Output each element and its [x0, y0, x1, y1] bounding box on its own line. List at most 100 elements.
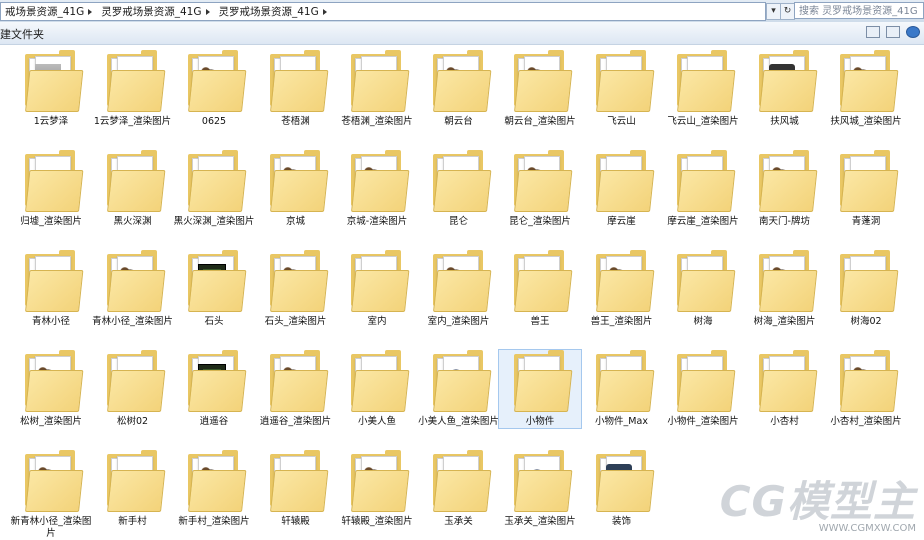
chevron-right-icon[interactable]	[205, 8, 210, 15]
folder-item[interactable]: 小美人鱼	[336, 350, 418, 428]
folder-icon	[673, 50, 736, 114]
folder-item[interactable]: 飞云山	[581, 50, 663, 128]
folder-item[interactable]: 昆仑_渲染图片	[499, 150, 581, 228]
folder-item[interactable]: 松树02	[92, 350, 174, 428]
folder-item[interactable]: 苍梧渊	[255, 50, 337, 128]
folder-item[interactable]: 室内_渲染图片	[418, 250, 500, 328]
new-folder-button[interactable]: 建文件夹	[0, 26, 44, 42]
folder-item[interactable]: 逍遥谷	[173, 350, 255, 428]
folder-item[interactable]: 兽王_渲染图片	[581, 250, 663, 328]
folder-icon	[429, 250, 491, 314]
folder-icon	[184, 50, 247, 114]
folder-icon	[510, 350, 573, 414]
folder-item[interactable]: 小物件_渲染图片	[662, 350, 744, 428]
folder-icon	[429, 450, 491, 514]
folder-item[interactable]: 新青林小径_渲染图片	[10, 450, 92, 540]
folder-name: 室内	[367, 316, 387, 327]
folder-item[interactable]: 树海	[662, 250, 744, 328]
folder-item[interactable]: 京城-渲染图片	[336, 150, 418, 228]
folder-name: 轩辕殿_渲染图片	[341, 516, 413, 527]
file-grid: 1云梦泽 1云梦泽_渲染图片 0625 苍梧渊 苍梧渊_渲染图片 朝云台 朝云台_渲染图片 飞…	[0, 44, 924, 540]
folder-item[interactable]: 青林小径_渲染图片	[92, 250, 174, 328]
folder-name: 飞云山_渲染图片	[667, 116, 739, 127]
folder-item[interactable]: 室内	[336, 250, 418, 328]
folder-name: 1云梦泽_渲染图片	[93, 116, 172, 127]
folder-item[interactable]: 南天门-牌坊	[744, 150, 826, 228]
folder-name: 玉承关	[444, 516, 473, 527]
folder-name: 苍梧渊_渲染图片	[341, 116, 413, 127]
folder-item[interactable]: 摩云崖	[581, 150, 663, 228]
folder-item[interactable]: 苍梧渊_渲染图片	[336, 50, 418, 128]
folder-item[interactable]: 1云梦泽_渲染图片	[92, 50, 174, 128]
folder-item[interactable]: 兽王	[499, 250, 581, 328]
folder-name: 归墟_渲染图片	[20, 216, 82, 227]
folder-item[interactable]: 玉承关_渲染图片	[499, 450, 581, 528]
folder-item[interactable]: 石头_渲染图片	[255, 250, 337, 328]
breadcrumb-item[interactable]: 灵罗戒场景资源_41G	[215, 4, 332, 19]
help-icon[interactable]	[906, 26, 920, 38]
folder-icon	[103, 150, 165, 214]
folder-name: 朝云台	[444, 116, 473, 127]
folder-name: 摩云崖	[607, 216, 636, 227]
breadcrumb[interactable]: 戒场景资源_41G 灵罗戒场景资源_41G 灵罗戒场景资源_41G	[0, 2, 766, 21]
folder-item[interactable]: 小物件_Max	[581, 350, 663, 428]
folder-item[interactable]: 新手村	[92, 450, 174, 528]
folder-icon	[673, 150, 736, 214]
folder-icon	[755, 150, 817, 214]
folder-item[interactable]: 逍遥谷_渲染图片	[255, 350, 337, 428]
folder-name: 轩辕殿	[281, 516, 310, 527]
folder-item[interactable]: 轩辕殿	[255, 450, 337, 528]
folder-item[interactable]: 0625	[173, 50, 255, 128]
folder-name: 1云梦泽	[33, 116, 69, 127]
folder-item[interactable]: 朝云台_渲染图片	[499, 50, 581, 128]
folder-item[interactable]: 京城	[255, 150, 337, 228]
folder-item[interactable]: 松树_渲染图片	[10, 350, 92, 428]
folder-name: 扶风城	[770, 116, 799, 127]
folder-item[interactable]: 归墟_渲染图片	[10, 150, 92, 228]
folder-item[interactable]: 黑火深渊_渲染图片	[173, 150, 255, 228]
folder-item[interactable]: 装饰	[581, 450, 663, 528]
folder-item[interactable]: 小杏村	[744, 350, 826, 428]
folder-item[interactable]: 飞云山_渲染图片	[662, 50, 744, 128]
search-input[interactable]: 搜索 灵罗戒场景资源_41G	[794, 2, 924, 19]
folder-item[interactable]: 昆仑	[418, 150, 500, 228]
folder-name: 松树02	[116, 416, 149, 427]
folder-item[interactable]: 扶风城_渲染图片	[825, 50, 907, 128]
folder-icon	[510, 150, 573, 214]
folder-item[interactable]: 青蓬洞	[825, 150, 907, 228]
folder-item[interactable]: 轩辕殿_渲染图片	[336, 450, 418, 528]
folder-item[interactable]: 青林小径	[10, 250, 92, 328]
folder-icon	[592, 350, 654, 414]
folder-icon	[510, 450, 573, 514]
folder-name: 扶风城_渲染图片	[830, 116, 902, 127]
folder-item[interactable]: 小物件	[498, 349, 582, 429]
breadcrumb-item[interactable]: 灵罗戒场景资源_41G	[97, 4, 214, 19]
chevron-right-icon[interactable]	[88, 8, 93, 15]
folder-item[interactable]: 树海02	[825, 250, 907, 328]
folder-icon	[266, 350, 328, 414]
folder-item[interactable]: 小杏村_渲染图片	[825, 350, 907, 428]
folder-item[interactable]: 树海_渲染图片	[744, 250, 826, 328]
folder-icon	[347, 50, 410, 114]
folder-icon	[347, 250, 410, 314]
folder-item[interactable]: 1云梦泽	[10, 50, 92, 128]
breadcrumb-item[interactable]: 戒场景资源_41G	[1, 4, 97, 19]
folder-item[interactable]: 摩云崖_渲染图片	[662, 150, 744, 228]
chevron-right-icon[interactable]	[322, 8, 327, 15]
folder-name: 小物件_Max	[595, 416, 648, 427]
folder-name: 小美人鱼_渲染图片	[418, 416, 499, 427]
refresh-icon: ↻	[783, 6, 792, 16]
folder-item[interactable]: MAX 扶风城	[744, 50, 826, 128]
folder-item[interactable]: 小美人鱼_渲染图片	[418, 350, 500, 428]
folder-item[interactable]: 玉承关	[418, 450, 500, 528]
folder-icon	[836, 50, 899, 114]
folder-item[interactable]: 新手村_渲染图片	[173, 450, 255, 528]
folder-item[interactable]: 黑火深渊	[92, 150, 174, 228]
preview-pane-icon[interactable]	[886, 26, 900, 38]
folder-item[interactable]: 石头	[173, 250, 255, 328]
history-dropdown-button[interactable]: ▾	[766, 3, 781, 20]
folder-item[interactable]: 朝云台	[418, 50, 500, 128]
folder-icon	[184, 250, 247, 314]
view-options-icon[interactable]	[866, 26, 880, 38]
refresh-button[interactable]: ↻	[780, 3, 795, 20]
